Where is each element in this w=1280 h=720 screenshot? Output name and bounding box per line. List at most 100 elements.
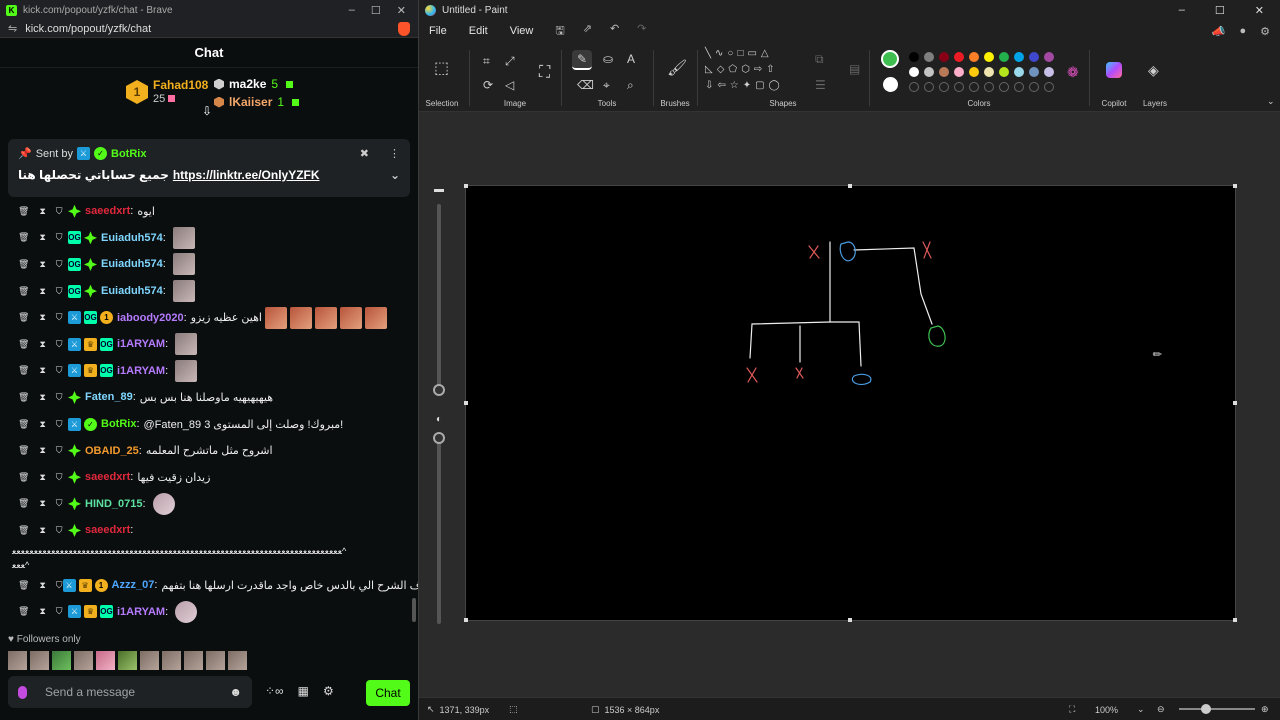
viewer-avatar[interactable] (74, 651, 93, 670)
ban-shield-icon[interactable]: ⛉ (56, 392, 63, 403)
minimize-button[interactable]: – (1179, 4, 1185, 17)
ban-shield-icon[interactable]: ⛉ (56, 445, 63, 456)
chat-username[interactable]: saeedxrt (85, 471, 130, 483)
chat-username[interactable]: OBAID_25 (85, 445, 139, 457)
primary-color-swatch[interactable] (881, 50, 899, 68)
more-options-icon[interactable]: ⋮ (389, 147, 400, 160)
viewer-avatar[interactable] (140, 651, 159, 670)
ban-shield-icon[interactable]: ⛉ (56, 312, 63, 323)
crop-icon[interactable]: ⌗ (483, 54, 490, 69)
pinned-sender[interactable]: BotRix (111, 148, 146, 160)
send-chat-button[interactable]: Chat (366, 680, 410, 706)
ban-shield-icon[interactable]: ⛉ (56, 606, 63, 617)
timeout-icon[interactable]: ⧗ (39, 286, 45, 297)
resize-icon[interactable]: ⤢ (505, 54, 515, 69)
outline-icon[interactable]: ⧉ (815, 52, 824, 67)
chat-username[interactable]: iaboody2020 (117, 312, 184, 324)
custom-color-slot[interactable] (939, 82, 949, 92)
palette-color-swatch[interactable] (1044, 67, 1054, 77)
emote-image[interactable] (289, 306, 312, 329)
opacity-slider[interactable] (433, 432, 445, 624)
shapes-row3-icon[interactable]: ⇩⇦☆✦▢◯ (705, 80, 805, 91)
custom-color-slot[interactable] (909, 82, 919, 92)
palette-color-swatch[interactable] (1029, 52, 1039, 62)
size-icon[interactable]: ☰ (815, 78, 826, 92)
brush-icon[interactable]: 🖌 (667, 58, 687, 78)
timeout-icon[interactable]: ⧗ (39, 392, 45, 403)
eraser-icon[interactable]: ⌫ (577, 78, 594, 92)
canvas-resize-handle[interactable] (1233, 618, 1237, 622)
timeout-icon[interactable]: ⧗ (39, 606, 45, 617)
chevron-down-icon[interactable]: ⌄ (390, 168, 400, 182)
ban-shield-icon[interactable]: ⛉ (56, 286, 63, 297)
flip-icon[interactable]: ◁ (505, 78, 514, 92)
zoom-slider[interactable] (1179, 704, 1255, 714)
emote-image[interactable] (314, 306, 337, 329)
emote-image[interactable] (364, 306, 387, 329)
magnifier-icon[interactable]: ⌕ (627, 78, 634, 93)
palette-color-swatch[interactable] (909, 67, 919, 77)
palette-color-swatch[interactable] (984, 52, 994, 62)
scrollbar-thumb[interactable] (412, 598, 416, 622)
custom-color-slot[interactable] (1014, 82, 1024, 92)
canvas-resize-handle[interactable] (1233, 184, 1237, 188)
viewer-avatar[interactable] (8, 651, 27, 670)
settings-gear-icon[interactable]: ⚙ (1260, 25, 1270, 38)
edit-colors-icon[interactable]: ❁ (1067, 64, 1079, 81)
timeout-icon[interactable]: ⧗ (39, 419, 45, 430)
viewer-avatar[interactable] (162, 651, 181, 670)
kicks-icon[interactable]: ⁘∞ (265, 684, 284, 698)
unpin-icon[interactable]: ✖ (360, 147, 369, 160)
ribbon-collapse-icon[interactable]: ⌄ (1267, 96, 1275, 107)
chat-scrollbar[interactable] (412, 200, 416, 630)
palette-color-swatch[interactable] (924, 52, 934, 62)
menu-edit[interactable]: Edit (469, 25, 488, 37)
colors-label[interactable]: Colors (873, 99, 1085, 108)
timeout-icon[interactable]: ⧗ (39, 232, 45, 243)
timeout-icon[interactable]: ⧗ (39, 339, 45, 350)
ban-shield-icon[interactable]: ⛉ (56, 419, 63, 430)
emoji-icon[interactable]: ☻ (229, 685, 242, 699)
layers-icon[interactable]: ◈ (1148, 62, 1159, 79)
drawing-canvas[interactable] (465, 185, 1236, 621)
viewer-avatar[interactable] (96, 651, 115, 670)
chat-input-placeholder[interactable]: Send a message (45, 685, 135, 699)
custom-color-slot[interactable] (954, 82, 964, 92)
menu-view[interactable]: View (510, 25, 534, 37)
secondary-color-swatch[interactable] (883, 77, 898, 92)
delete-message-icon[interactable]: 🗑 (18, 580, 29, 591)
delete-message-icon[interactable]: 🗑 (18, 365, 29, 376)
emote-image[interactable] (172, 280, 195, 303)
palette-color-swatch[interactable] (939, 67, 949, 77)
chat-username[interactable]: Euiaduh574 (101, 232, 163, 244)
leader-second[interactable]: ma2ke 5 (214, 77, 294, 91)
delete-message-icon[interactable]: 🗑 (18, 206, 29, 217)
selection-label[interactable]: Selection (419, 99, 465, 108)
ban-shield-icon[interactable]: ⛉ (56, 498, 63, 509)
delete-message-icon[interactable]: 🗑 (18, 232, 29, 243)
chat-username[interactable]: i1ARYAM (117, 606, 165, 618)
copilot-icon[interactable] (1106, 62, 1122, 78)
chat-username[interactable]: HIND_0715 (85, 498, 142, 510)
leader-first[interactable]: 1 Fahad108 25 (126, 78, 208, 106)
pencil-icon[interactable]: ✎ (572, 50, 592, 70)
shapes-row2-icon[interactable]: ◺◇⬠⬡⇨⇧ (705, 64, 805, 75)
copilot-label[interactable]: Copilot (1093, 99, 1135, 108)
address-url[interactable]: kick.com/popout/yzfk/chat (25, 23, 398, 35)
shapes-label[interactable]: Shapes (701, 99, 865, 108)
zoom-in-icon[interactable]: ⊕ (1261, 704, 1269, 715)
custom-color-slot[interactable] (999, 82, 1009, 92)
rotate-icon[interactable]: ⟳ (483, 78, 493, 92)
store-icon[interactable]: ▦ (298, 684, 309, 698)
zoom-slider-knob[interactable] (1201, 704, 1211, 714)
delete-message-icon[interactable]: 🗑 (18, 419, 29, 430)
tools-label[interactable]: Tools (565, 99, 649, 108)
timeout-icon[interactable]: ⧗ (39, 525, 45, 536)
palette-color-swatch[interactable] (954, 67, 964, 77)
close-button[interactable]: ✕ (397, 4, 406, 17)
custom-color-slot[interactable] (924, 82, 934, 92)
fit-to-window-icon[interactable]: ⛶ (1069, 704, 1075, 715)
undo-icon[interactable]: ↶ (610, 22, 619, 41)
timeout-icon[interactable]: ⧗ (39, 445, 45, 456)
viewer-avatar[interactable] (52, 651, 71, 670)
